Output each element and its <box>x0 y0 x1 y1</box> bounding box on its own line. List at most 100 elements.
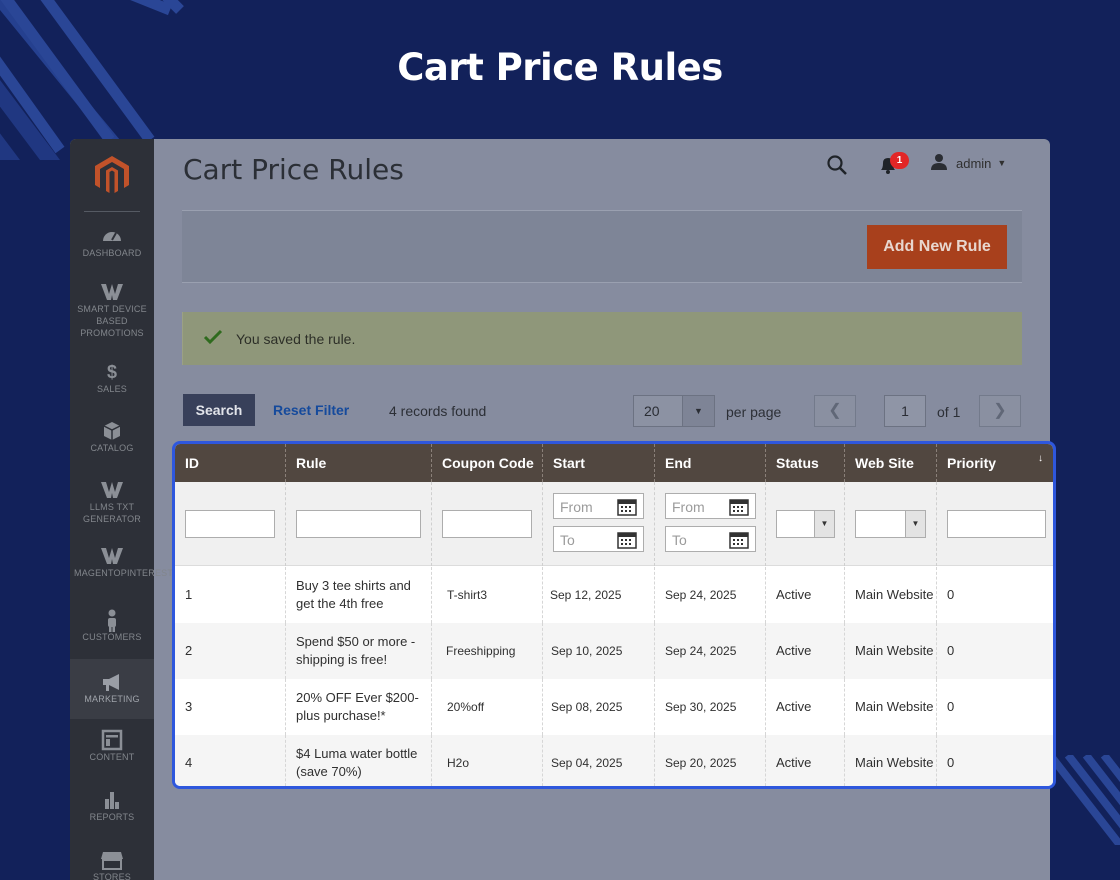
megaphone-icon <box>70 671 154 693</box>
cell-id: 1 <box>175 567 286 623</box>
per-page-select[interactable]: 20 ▼ <box>633 395 715 427</box>
grid-header-row: ID Rule Coupon Code Start End Status Web… <box>175 444 1053 482</box>
cell-start: Sep 10, 2025 <box>543 623 655 679</box>
cell-end: Sep 20, 2025 <box>655 735 766 786</box>
cell-rule: $4 Luma water bottle (save 70%) <box>286 735 432 786</box>
cube-icon <box>70 420 154 442</box>
cell-priority: 0 <box>947 587 955 602</box>
user-menu[interactable]: admin ▼ <box>930 153 1006 173</box>
sidebar-item-stores[interactable]: Stores <box>70 849 154 880</box>
sidebar-item-magentopinterest[interactable]: MagentoPinterest <box>70 545 173 579</box>
layout-icon <box>70 729 154 751</box>
chevron-left-icon: ❮ <box>828 402 842 419</box>
rules-grid: ID Rule Coupon Code Start End Status Web… <box>172 441 1056 789</box>
w-logo-icon <box>70 281 154 303</box>
filter-cell-website: ▼ <box>845 482 937 566</box>
filter-cell-priority <box>937 482 1053 566</box>
column-header-start[interactable]: Start <box>543 444 655 482</box>
placeholder: From <box>560 499 593 515</box>
search-button[interactable]: Search <box>183 394 255 426</box>
w-logo-icon <box>70 545 154 567</box>
cell-website: Main Website <box>845 623 937 679</box>
table-row[interactable]: 1 Buy 3 tee shirts and get the 4th free … <box>175 567 1053 623</box>
filter-cell-rule <box>286 482 432 566</box>
filter-cell-id <box>175 482 286 566</box>
person-icon <box>70 609 154 632</box>
cell-coupon: Freeshipping <box>432 623 543 679</box>
filter-end-from-input[interactable]: From <box>665 493 756 519</box>
column-header-web-site[interactable]: Web Site <box>845 444 937 482</box>
calendar-icon[interactable] <box>617 531 637 554</box>
store-icon <box>70 849 154 871</box>
cell-status: Active <box>766 735 845 786</box>
cell-end: Sep 24, 2025 <box>655 623 766 679</box>
search-icon[interactable] <box>826 154 848 176</box>
success-message: You saved the rule. <box>182 312 1022 365</box>
calendar-icon[interactable] <box>729 531 749 554</box>
sidebar-item-sales[interactable]: $ Sales <box>70 361 154 395</box>
next-page-button[interactable]: ❯ <box>979 395 1021 427</box>
chevron-down-icon: ▼ <box>997 158 1007 168</box>
filter-end-to-input[interactable]: To <box>665 526 756 552</box>
sidebar-item-smart-device-promotions[interactable]: Smart Device Based Promotions <box>70 281 154 339</box>
cell-status: Active <box>766 623 845 679</box>
per-page-value: 20 <box>644 403 660 419</box>
placeholder: From <box>672 499 705 515</box>
dollar-icon: $ <box>106 362 117 382</box>
filter-coupon-input[interactable] <box>442 510 532 538</box>
cell-priority: 0 <box>947 699 955 714</box>
filter-cell-end: From To <box>655 482 766 566</box>
calendar-icon[interactable] <box>617 498 637 521</box>
sidebar-item-dashboard[interactable]: Dashboard <box>70 225 154 259</box>
filter-status-select[interactable]: ▼ <box>776 510 835 538</box>
filter-rule-input[interactable] <box>296 510 421 538</box>
placeholder: To <box>672 532 687 548</box>
cell-status: Active <box>766 679 845 735</box>
sidebar-item-catalog[interactable]: Catalog <box>70 420 154 454</box>
column-header-priority[interactable]: Priority ↓ <box>937 444 1053 482</box>
user-icon <box>930 153 948 174</box>
notification-badge: 1 <box>890 152 909 169</box>
page-number-input[interactable]: 1 <box>884 395 926 427</box>
magento-logo-icon[interactable] <box>94 155 130 195</box>
previous-page-button[interactable]: ❮ <box>814 395 856 427</box>
table-row[interactable]: 2 Spend $50 or more - shipping is free! … <box>175 623 1053 679</box>
column-header-id[interactable]: ID <box>175 444 286 482</box>
column-header-priority-label: Priority <box>947 455 997 471</box>
table-row[interactable]: 4 $4 Luma water bottle (save 70%) H2o Se… <box>175 735 1053 786</box>
sidebar-item-content[interactable]: Content <box>70 729 154 763</box>
chevron-down-icon: ▼ <box>814 511 834 537</box>
add-new-rule-button[interactable]: Add New Rule <box>867 225 1007 269</box>
filter-priority-input[interactable] <box>947 510 1046 538</box>
reset-filter-link[interactable]: Reset Filter <box>273 402 349 418</box>
records-found: 4 records found <box>389 403 487 419</box>
column-header-rule[interactable]: Rule <box>286 444 432 482</box>
filter-start-from-input[interactable]: From <box>553 493 644 519</box>
sort-arrow-icon: ↓ <box>1038 453 1043 464</box>
filter-start-to-input[interactable]: To <box>553 526 644 552</box>
bar-chart-icon <box>70 789 154 811</box>
page-title: Cart Price Rules <box>183 153 404 186</box>
filter-id-input[interactable] <box>185 510 275 538</box>
sidebar-item-customers[interactable]: Customers <box>70 609 154 643</box>
column-header-status[interactable]: Status <box>766 444 845 482</box>
column-header-coupon-code[interactable]: Coupon Code <box>432 444 543 482</box>
filter-cell-coupon <box>432 482 543 566</box>
cell-coupon: 20%off <box>432 679 543 735</box>
checkmark-icon <box>203 329 223 350</box>
sidebar-item-reports[interactable]: Reports <box>70 789 154 823</box>
cell-id: 4 <box>175 735 286 786</box>
sidebar-item-llms-txt-generator[interactable]: LLMS TXT Generator <box>70 479 154 525</box>
calendar-icon[interactable] <box>729 498 749 521</box>
cell-rule: 20% OFF Ever $200-plus purchase!* <box>286 679 432 735</box>
chevron-down-icon[interactable]: ▼ <box>682 396 714 426</box>
sidebar-item-marketing[interactable]: Marketing <box>70 659 154 719</box>
table-row[interactable]: 3 20% OFF Ever $200-plus purchase!* 20%o… <box>175 679 1053 735</box>
filter-website-select[interactable]: ▼ <box>855 510 926 538</box>
column-header-end[interactable]: End <box>655 444 766 482</box>
cell-id: 2 <box>175 623 286 679</box>
cell-end: Sep 30, 2025 <box>655 679 766 735</box>
filter-cell-start: From To <box>543 482 655 566</box>
page-count: of 1 <box>937 404 961 420</box>
cell-priority: 0 <box>947 755 955 770</box>
